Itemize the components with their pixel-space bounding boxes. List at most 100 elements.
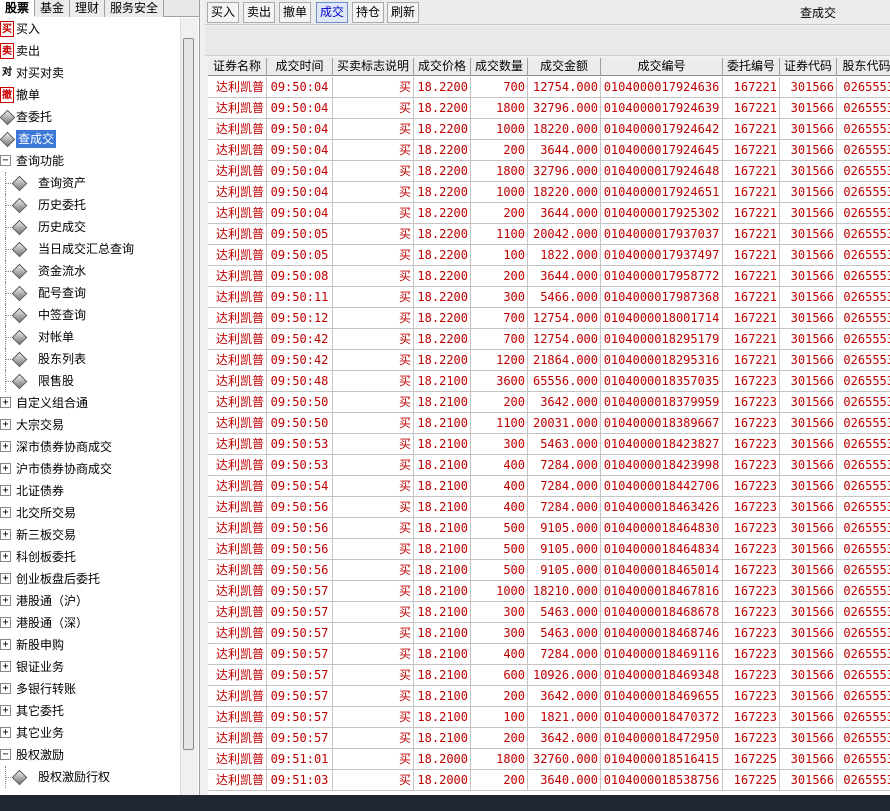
table-row[interactable]: 达利凯普 09:50:50 买 18.2100 1100 20031.000 0104000… bbox=[208, 413, 890, 434]
table-row[interactable]: 达利凯普 09:50:05 买 18.2200 1100 20042.000 0104000… bbox=[208, 224, 890, 245]
tree-item[interactable]: 当日成交汇总查询 bbox=[0, 238, 180, 260]
expand-icon[interactable]: + bbox=[0, 397, 11, 408]
table-row[interactable]: 达利凯普 09:50:50 买 18.2100 200 3642.000 010400001… bbox=[208, 392, 890, 413]
collapse-icon[interactable]: − bbox=[0, 749, 11, 760]
tree-item[interactable]: 中签查询 bbox=[0, 304, 180, 326]
tab-0[interactable]: 股票 bbox=[0, 0, 36, 17]
table-row[interactable]: 达利凯普 09:50:56 买 18.2100 400 7284.000 010400001… bbox=[208, 497, 890, 518]
tree-item[interactable]: + 新三板交易 bbox=[0, 524, 180, 546]
table-row[interactable]: 达利凯普 09:50:56 买 18.2100 500 9105.000 010400001… bbox=[208, 539, 890, 560]
table-row[interactable]: 达利凯普 09:50:04 买 18.2200 1800 32796.000 0104000… bbox=[208, 98, 890, 119]
table-row[interactable]: 达利凯普 09:50:08 买 18.2200 200 3644.000 010400001… bbox=[208, 266, 890, 287]
table-row[interactable]: 达利凯普 09:50:53 买 18.2100 300 5463.000 010400001… bbox=[208, 434, 890, 455]
tree-item[interactable]: 查询资产 bbox=[0, 172, 180, 194]
tab-2[interactable]: 理财 bbox=[70, 0, 106, 17]
expand-icon[interactable]: + bbox=[0, 683, 11, 694]
table-row[interactable]: 达利凯普 09:50:57 买 18.2100 100 1821.000 010400001… bbox=[208, 707, 890, 728]
expand-icon[interactable]: + bbox=[0, 617, 11, 628]
tree-item[interactable]: + 其它委托 bbox=[0, 700, 180, 722]
table-row[interactable]: 达利凯普 09:50:11 买 18.2200 300 5466.000 010400001… bbox=[208, 287, 890, 308]
tree-scrollbar-thumb[interactable] bbox=[183, 38, 194, 750]
expand-icon[interactable]: + bbox=[0, 727, 11, 738]
table-row[interactable]: 达利凯普 09:50:04 买 18.2200 700 12754.000 01040000… bbox=[208, 77, 890, 98]
tree-item[interactable]: 配号查询 bbox=[0, 282, 180, 304]
table-row[interactable]: 达利凯普 09:50:56 买 18.2100 500 9105.000 010400001… bbox=[208, 560, 890, 581]
expand-icon[interactable]: + bbox=[0, 419, 11, 430]
tree-item[interactable]: + 创业板盘后委托 bbox=[0, 568, 180, 590]
table-row[interactable]: 达利凯普 09:51:03 买 18.2000 200 3640.000 010400001… bbox=[208, 770, 890, 791]
column-header[interactable]: 成交金额 bbox=[528, 58, 601, 76]
tree-item[interactable]: + 新股申购 bbox=[0, 634, 180, 656]
tree-item[interactable]: + 北证债券 bbox=[0, 480, 180, 502]
tree-item[interactable]: − 股权激励 bbox=[0, 744, 180, 766]
tree-item[interactable]: 撤撤单 bbox=[0, 84, 180, 106]
table-row[interactable]: 达利凯普 09:50:57 买 18.2100 1000 18210.000 0104000… bbox=[208, 581, 890, 602]
collapse-icon[interactable]: − bbox=[0, 155, 11, 166]
tree-item[interactable]: + 科创板委托 bbox=[0, 546, 180, 568]
table-row[interactable]: 达利凯普 09:50:04 买 18.2200 200 3644.000 010400001… bbox=[208, 140, 890, 161]
table-row[interactable]: 达利凯普 09:50:42 买 18.2200 700 12754.000 01040000… bbox=[208, 329, 890, 350]
toolbar-button-4[interactable]: 持仓 bbox=[352, 2, 385, 23]
toolbar-button-2[interactable]: 撤单 bbox=[279, 2, 312, 23]
column-header[interactable]: 成交价格 bbox=[414, 58, 471, 76]
table-row[interactable]: 达利凯普 09:50:57 买 18.2100 200 3642.000 010400001… bbox=[208, 686, 890, 707]
tree-item[interactable]: 股权激励行权 bbox=[0, 766, 180, 788]
tree-item[interactable]: 对对买对卖 bbox=[0, 62, 180, 84]
tree-item[interactable]: + 大宗交易 bbox=[0, 414, 180, 436]
table-row[interactable]: 达利凯普 09:50:42 买 18.2200 1200 21864.000 0104000… bbox=[208, 350, 890, 371]
tree-item[interactable]: + 自定义组合通 bbox=[0, 392, 180, 414]
expand-icon[interactable]: + bbox=[0, 507, 11, 518]
toolbar-button-1[interactable]: 卖出 bbox=[243, 2, 276, 23]
column-header[interactable]: 证券代码 bbox=[780, 58, 837, 76]
tree-item[interactable]: 对帐单 bbox=[0, 326, 180, 348]
expand-icon[interactable]: + bbox=[0, 485, 11, 496]
expand-icon[interactable]: + bbox=[0, 463, 11, 474]
table-row[interactable]: 达利凯普 09:50:57 买 18.2100 300 5463.000 010400001… bbox=[208, 623, 890, 644]
column-header[interactable]: 买卖标志说明 bbox=[333, 58, 414, 76]
column-header[interactable]: 成交数量 bbox=[471, 58, 528, 76]
expand-icon[interactable]: + bbox=[0, 441, 11, 452]
tree-item[interactable]: 股东列表 bbox=[0, 348, 180, 370]
tree-item[interactable]: 卖卖出 bbox=[0, 40, 180, 62]
toolbar-button-5[interactable]: 刷新 bbox=[387, 2, 420, 23]
column-header[interactable]: 证券名称 bbox=[208, 58, 267, 76]
tree-item[interactable]: 查成交 bbox=[0, 128, 180, 150]
table-row[interactable]: 达利凯普 09:50:57 买 18.2100 600 10926.000 01040000… bbox=[208, 665, 890, 686]
table-row[interactable]: 达利凯普 09:50:57 买 18.2100 200 3642.000 010400001… bbox=[208, 728, 890, 749]
tab-1[interactable]: 基金 bbox=[35, 0, 71, 17]
expand-icon[interactable]: + bbox=[0, 573, 11, 584]
table-row[interactable]: 达利凯普 09:50:04 买 18.2200 1000 18220.000 0104000… bbox=[208, 182, 890, 203]
tree-scrollbar[interactable] bbox=[180, 18, 198, 795]
tree-item[interactable]: + 深市债券协商成交 bbox=[0, 436, 180, 458]
tree-item[interactable]: + 港股通（沪） bbox=[0, 590, 180, 612]
column-header[interactable]: 委托编号 bbox=[723, 58, 780, 76]
tree-item[interactable]: + 其它业务 bbox=[0, 722, 180, 744]
column-header[interactable]: 股东代码 bbox=[837, 58, 890, 76]
column-header[interactable]: 成交编号 bbox=[601, 58, 723, 76]
table-row[interactable]: 达利凯普 09:50:56 买 18.2100 500 9105.000 010400001… bbox=[208, 518, 890, 539]
tree-item[interactable]: 历史成交 bbox=[0, 216, 180, 238]
tree-item[interactable]: 买买入 bbox=[0, 18, 180, 40]
table-row[interactable]: 达利凯普 09:50:04 买 18.2200 200 3644.000 010400001… bbox=[208, 203, 890, 224]
table-row[interactable]: 达利凯普 09:50:54 买 18.2100 400 7284.000 010400001… bbox=[208, 476, 890, 497]
expand-icon[interactable]: + bbox=[0, 661, 11, 672]
toolbar-button-0[interactable]: 买入 bbox=[207, 2, 240, 23]
table-row[interactable]: 达利凯普 09:50:05 买 18.2200 100 1822.000 010400001… bbox=[208, 245, 890, 266]
table-row[interactable]: 达利凯普 09:50:04 买 18.2200 1000 18220.000 0104000… bbox=[208, 119, 890, 140]
tree-item[interactable]: + 北交所交易 bbox=[0, 502, 180, 524]
tree-item[interactable]: − 查询功能 bbox=[0, 150, 180, 172]
table-row[interactable]: 达利凯普 09:50:57 买 18.2100 300 5463.000 010400001… bbox=[208, 602, 890, 623]
expand-icon[interactable]: + bbox=[0, 529, 11, 540]
tree-item[interactable]: 限售股 bbox=[0, 370, 180, 392]
toolbar-button-3[interactable]: 成交 bbox=[316, 2, 349, 23]
table-row[interactable]: 达利凯普 09:50:48 买 18.2100 3600 65556.000 0104000… bbox=[208, 371, 890, 392]
tree-item[interactable]: + 多银行转账 bbox=[0, 678, 180, 700]
table-row[interactable]: 达利凯普 09:51:01 买 18.2000 1800 32760.000 0104000… bbox=[208, 749, 890, 770]
expand-icon[interactable]: + bbox=[0, 639, 11, 650]
tree-item[interactable]: 历史委托 bbox=[0, 194, 180, 216]
tab-3[interactable]: 服务安全 bbox=[105, 0, 165, 17]
table-row[interactable]: 达利凯普 09:50:53 买 18.2100 400 7284.000 010400001… bbox=[208, 455, 890, 476]
expand-icon[interactable]: + bbox=[0, 595, 11, 606]
expand-icon[interactable]: + bbox=[0, 551, 11, 562]
tree-item[interactable]: + 港股通（深） bbox=[0, 612, 180, 634]
